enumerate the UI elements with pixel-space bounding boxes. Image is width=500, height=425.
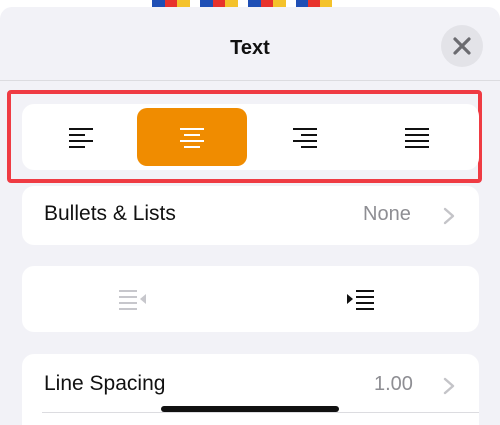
decrease-indent-icon [119, 290, 146, 310]
chevron-right-icon [443, 207, 455, 225]
align-center-icon [180, 128, 204, 148]
row-divider [42, 412, 479, 413]
chevron-right-icon [443, 377, 455, 395]
increase-indent-icon [347, 290, 374, 310]
close-button[interactable] [441, 25, 483, 67]
bullets-lists-value: None [363, 203, 411, 225]
align-right-icon [293, 128, 317, 148]
align-left-icon [69, 128, 93, 148]
line-spacing-value: 1.00 [374, 373, 413, 395]
align-center-button[interactable] [137, 108, 247, 166]
sheet-title: Text [230, 37, 270, 59]
bullets-lists-label: Bullets & Lists [44, 202, 176, 225]
text-format-sheet: Text Bullets & Lists None Line Spacing 1… [0, 7, 500, 425]
home-indicator [161, 406, 339, 412]
line-spacing-label: Line Spacing [44, 372, 166, 395]
colored-thumbnail [152, 0, 191, 7]
indent-controls-row [22, 266, 479, 332]
bullets-lists-row[interactable]: Bullets & Lists None [22, 186, 479, 245]
line-spacing-row[interactable]: Line Spacing 1.00 [22, 354, 479, 425]
decrease-indent-button[interactable] [118, 288, 148, 315]
colored-thumbnail [296, 0, 332, 7]
justify-icon [405, 128, 429, 148]
colored-thumbnail [200, 0, 239, 7]
align-left-button[interactable] [26, 108, 136, 166]
increase-indent-button[interactable] [345, 288, 375, 315]
close-icon [453, 37, 471, 55]
justify-button[interactable] [362, 108, 472, 166]
header-divider [0, 80, 500, 81]
alignment-segmented-control [22, 104, 479, 170]
colored-thumbnail [248, 0, 287, 7]
align-right-button[interactable] [250, 108, 360, 166]
